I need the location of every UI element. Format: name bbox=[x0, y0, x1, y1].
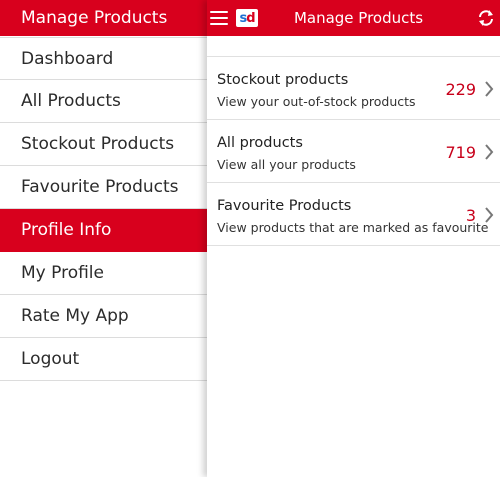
menu-icon[interactable] bbox=[210, 11, 228, 25]
product-row-favourite[interactable]: Favourite Products View products that ar… bbox=[207, 183, 500, 246]
drawer-item-my-profile[interactable]: My Profile bbox=[0, 252, 207, 295]
row-subtitle: View all your products bbox=[217, 157, 356, 172]
row-subtitle: View products that are marked as favouri… bbox=[217, 220, 489, 235]
drawer-section-profile-info: Profile Info bbox=[0, 209, 207, 252]
row-count: 719 bbox=[445, 143, 476, 162]
drawer-header: Manage Products bbox=[0, 0, 207, 36]
chevron-right-icon bbox=[485, 144, 494, 160]
row-title: All products bbox=[217, 135, 303, 151]
row-title: Stockout products bbox=[217, 72, 349, 88]
sub-header bbox=[207, 36, 500, 57]
product-row-all[interactable]: All products View all your products 719 bbox=[207, 120, 500, 183]
navigation-drawer: Manage Products Dashboard All Products S… bbox=[0, 0, 207, 477]
drawer-item-all-products[interactable]: All Products bbox=[0, 80, 207, 123]
row-count: 3 bbox=[465, 206, 476, 225]
drawer-list: Dashboard All Products Stockout Products… bbox=[0, 37, 207, 381]
drawer-item-logout[interactable]: Logout bbox=[0, 338, 207, 381]
app-bar: sd Manage Products bbox=[207, 0, 500, 36]
chevron-right-icon bbox=[485, 81, 494, 97]
drawer-item-dashboard[interactable]: Dashboard bbox=[0, 37, 207, 80]
drawer-item-favourite-products[interactable]: Favourite Products bbox=[0, 166, 207, 209]
refresh-icon[interactable] bbox=[476, 8, 496, 28]
row-subtitle: View your out-of-stock products bbox=[217, 94, 416, 109]
drawer-item-stockout-products[interactable]: Stockout Products bbox=[0, 123, 207, 166]
row-title: Favourite Products bbox=[217, 198, 352, 214]
row-count: 229 bbox=[445, 80, 476, 99]
product-row-stockout[interactable]: Stockout products View your out-of-stock… bbox=[207, 57, 500, 120]
main-panel: sd Manage Products Stockout products Vie… bbox=[207, 0, 500, 477]
drawer-item-rate-my-app[interactable]: Rate My App bbox=[0, 295, 207, 338]
chevron-right-icon bbox=[485, 207, 494, 223]
app-logo: sd bbox=[236, 9, 258, 27]
